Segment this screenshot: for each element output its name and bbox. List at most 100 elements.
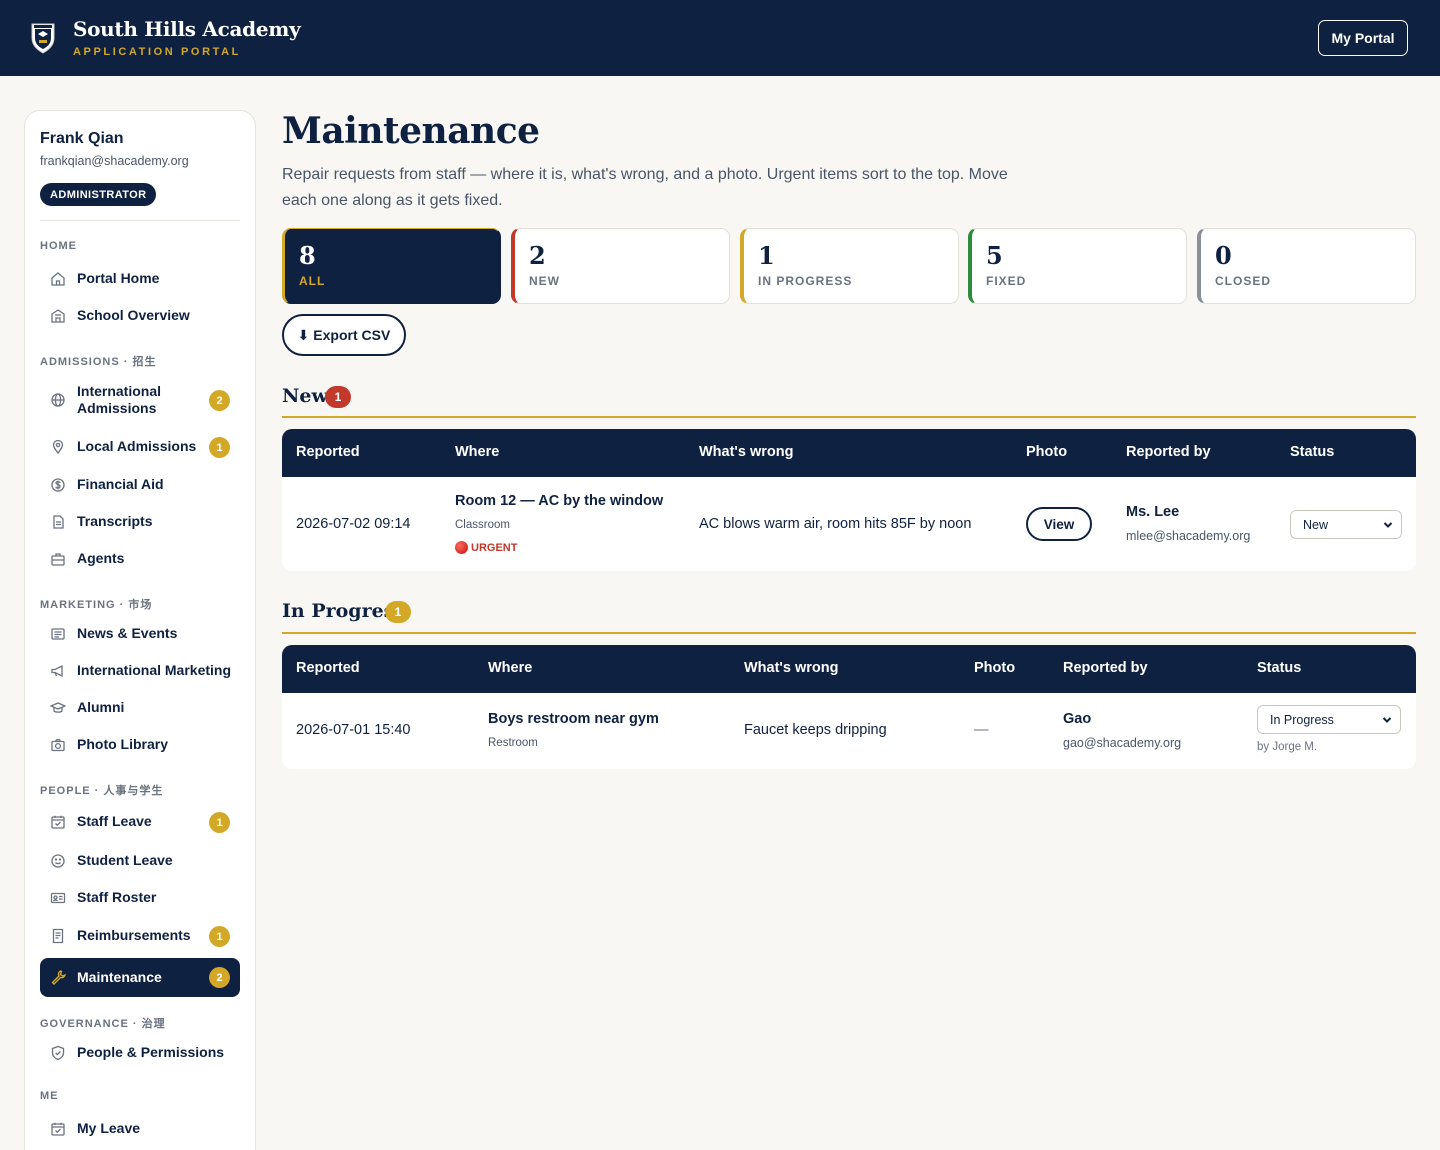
sidebar-item-label: Local Admissions (77, 438, 197, 454)
count-badge: 1 (209, 926, 230, 947)
sidebar-item-transcripts[interactable]: Transcripts (40, 504, 240, 540)
sidebar-item-label: Transcripts (77, 513, 153, 529)
section-title-new: New (282, 385, 328, 407)
user-name: Frank Qian (40, 130, 124, 147)
sidebar-item-photo-library[interactable]: Photo Library (40, 727, 240, 763)
sidebar-item-staff-roster[interactable]: Staff Roster (40, 880, 240, 916)
column-header-whats-wrong: What's wrong (699, 444, 794, 460)
column-header-photo: Photo (1026, 444, 1068, 460)
sidebar-item-people-permissions[interactable]: People & Permissions (40, 1035, 240, 1071)
stat-count: 5 (986, 241, 1003, 270)
sidebar-item-local-admissions[interactable]: Local Admissions 1 (40, 429, 240, 465)
sidebar-item-label: News & Events (77, 625, 178, 641)
column-header-status: Status (1290, 444, 1335, 460)
sidebar-item-school-overview[interactable]: School Overview (40, 298, 240, 334)
sidebar-item-portal-home[interactable]: Portal Home (40, 261, 240, 297)
globe-icon (51, 393, 65, 407)
graduation-cap-icon (50, 702, 66, 713)
stat-card-all[interactable]: 8 ALL (282, 228, 501, 304)
camera-icon (51, 739, 65, 752)
school-crest-logo (31, 23, 55, 54)
column-header-status: Status (1257, 660, 1302, 676)
chevron-down-icon (1382, 717, 1392, 723)
column-header-whats-wrong: What's wrong (744, 660, 839, 676)
section-count-badge: 1 (325, 386, 351, 408)
role-badge: ADMINISTRATOR (40, 183, 157, 206)
sidebar-item-label: International Marketing (77, 662, 232, 678)
sidebar-item-label: Maintenance (77, 969, 162, 985)
sidebar-item-staff-leave[interactable]: Staff Leave 1 (40, 804, 240, 840)
nav-section-people: PEOPLE · 人事与学生 (40, 785, 164, 797)
section-divider (282, 632, 1416, 634)
sidebar-item-label: Staff Roster (77, 889, 157, 905)
stat-card-new[interactable]: 2 NEW (511, 228, 730, 304)
stat-card-fixed[interactable]: 5 FIXED (968, 228, 1187, 304)
sidebar-item-label: International Admissions (77, 383, 162, 416)
id-card-icon (50, 892, 66, 904)
table-header: Reported Where What's wrong Photo Report… (282, 429, 1416, 477)
reported-time: 2026-07-02 09:14 (296, 516, 411, 532)
stat-card-closed[interactable]: 0 CLOSED (1197, 228, 1416, 304)
reporter-name: Ms. Lee (1126, 504, 1180, 520)
sidebar-item-financial-aid[interactable]: Financial Aid (40, 467, 240, 503)
sidebar-item-label: My Leave (77, 1120, 141, 1136)
stat-label: FIXED (986, 274, 1027, 288)
page-title: Maintenance (282, 110, 540, 152)
section-count-badge: 1 (385, 601, 411, 623)
sidebar-item-agents[interactable]: Agents (40, 541, 240, 577)
in-progress-requests-table: Reported Where What's wrong Photo Report… (282, 645, 1416, 769)
status-select[interactable]: New (1290, 510, 1402, 539)
document-icon (53, 515, 64, 529)
sidebar-item-reimbursements[interactable]: Reimbursements 1 (40, 918, 240, 954)
my-portal-button[interactable]: My Portal (1318, 20, 1408, 56)
sidebar-item-international-admissions[interactable]: International Admissions 2 (40, 375, 240, 425)
dollar-icon (51, 478, 65, 492)
status-select[interactable]: In Progress (1257, 705, 1401, 734)
location-type: Restroom (488, 737, 538, 749)
view-photo-button[interactable]: View (1026, 507, 1092, 541)
stat-label: NEW (529, 274, 560, 288)
sidebar-item-alumni[interactable]: Alumni (40, 690, 240, 726)
nav-section-marketing: MARKETING · 市场 (40, 599, 153, 611)
sidebar-item-maintenance[interactable]: Maintenance 2 (40, 958, 240, 997)
nav-section-me: ME (40, 1090, 59, 1102)
nav-section-governance: GOVERNANCE · 治理 (40, 1018, 166, 1030)
reporter-name: Gao (1063, 711, 1092, 727)
export-csv-button[interactable]: ⬇ Export CSV (282, 314, 406, 356)
reporter-email: gao@shacademy.org (1063, 736, 1182, 750)
count-badge: 1 (209, 437, 230, 458)
sidebar-item-label: Staff Leave (77, 813, 152, 829)
sidebar-item-my-leave[interactable]: My Leave (40, 1111, 240, 1147)
stat-count: 8 (299, 241, 316, 270)
column-header-reported: Reported (296, 660, 360, 676)
count-badge: 2 (209, 967, 230, 988)
calendar-check-icon (51, 815, 65, 829)
table-header: Reported Where What's wrong Photo Report… (282, 645, 1416, 693)
location-type: Classroom (455, 519, 510, 531)
sidebar-item-news-events[interactable]: News & Events (40, 616, 240, 652)
stat-label: IN PROGRESS (758, 274, 853, 288)
school-icon (51, 309, 65, 323)
assignee: by Jorge M. (1257, 741, 1318, 753)
sidebar: Frank Qian frankqian@shacademy.org ADMIN… (24, 110, 256, 1150)
issue-description: Faucet keeps dripping (744, 722, 887, 738)
urgent-label: URGENT (471, 541, 518, 554)
sidebar-item-label: Student Leave (77, 852, 173, 868)
reporter-email: mlee@shacademy.org (1126, 529, 1251, 543)
sidebar-item-label: Portal Home (77, 270, 160, 286)
red-circle-icon (455, 541, 468, 554)
sidebar-item-student-leave[interactable]: Student Leave (40, 843, 240, 879)
sidebar-item-international-marketing[interactable]: International Marketing (40, 653, 240, 689)
sidebar-item-label: People & Permissions (77, 1044, 225, 1060)
sidebar-item-label: Alumni (77, 699, 125, 715)
shield-icon (51, 1045, 65, 1061)
stat-card-in-progress[interactable]: 1 IN PROGRESS (740, 228, 959, 304)
sidebar-item-label: School Overview (77, 307, 190, 323)
new-requests-table: Reported Where What's wrong Photo Report… (282, 429, 1416, 571)
top-bar: South Hills Academy APPLICATION PORTAL M… (0, 0, 1440, 76)
column-header-reported-by: Reported by (1126, 444, 1211, 460)
newspaper-icon (51, 628, 65, 640)
section-divider (282, 416, 1416, 418)
urgent-flag: URGENT (455, 541, 517, 554)
column-header-photo: Photo (974, 660, 1016, 676)
